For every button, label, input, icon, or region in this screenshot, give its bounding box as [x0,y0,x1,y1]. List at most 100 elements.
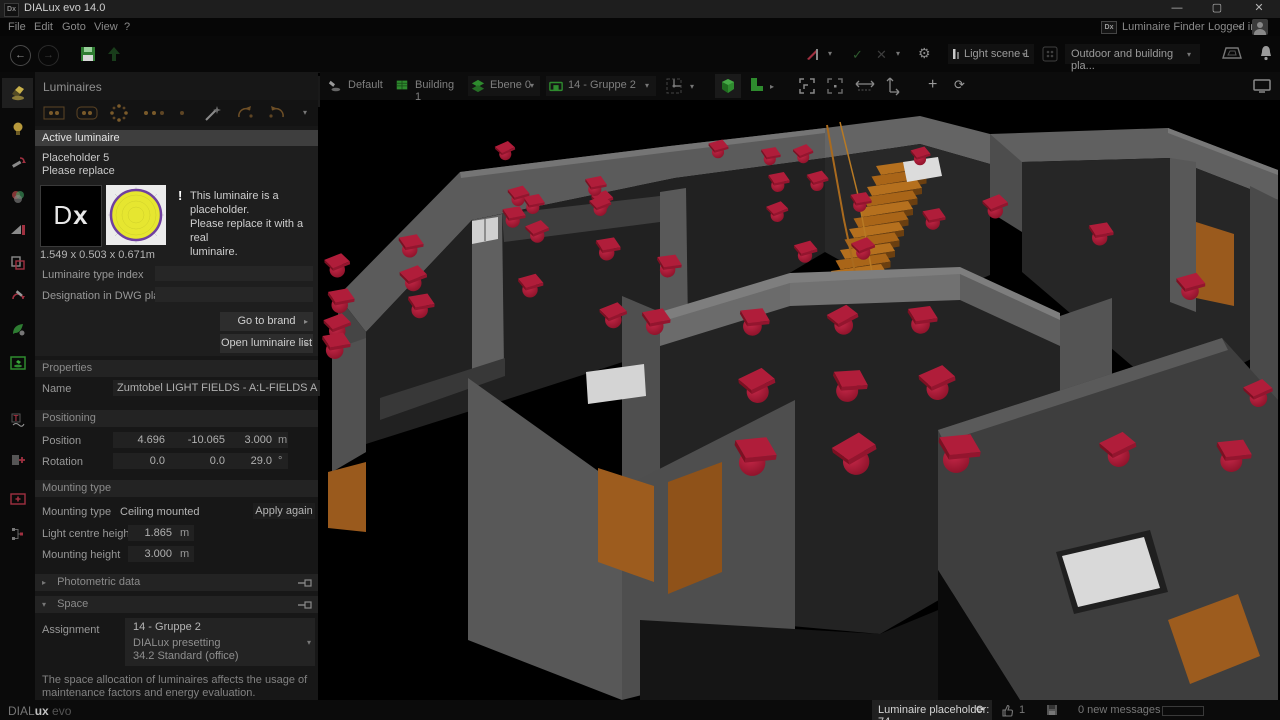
forward-button[interactable]: → [38,45,59,66]
minimize-button[interactable]: — [1160,0,1194,18]
apply-again-button[interactable]: Apply again [253,503,315,519]
menu-goto[interactable]: Goto [62,21,86,33]
gear-icon[interactable]: ⚙ [918,45,931,62]
sidebar-add-surface-tool[interactable] [2,445,33,475]
sidebar-energy-tool[interactable] [2,314,33,344]
active-luminaire-box: Active luminaire Placeholder 5 Please re… [35,130,318,356]
building-scene[interactable] [320,100,1280,700]
active-luminaire-header: Active luminaire [35,130,318,146]
calc-mode-icon[interactable] [805,46,821,62]
finder-logo-icon: Dx [1101,21,1117,34]
mounting-height-input[interactable]: 3.000 m [128,546,194,562]
snap-chevron-icon[interactable]: ▾ [690,82,694,91]
magic-wand-tool-icon[interactable] [203,103,223,123]
single-luminaire-tool-icon[interactable] [43,106,65,120]
back-button[interactable]: ← [10,45,31,66]
type-index-input[interactable] [155,266,313,281]
luminaires-panel: Luminaires ▾ Active luminaire Placeholde… [35,72,318,700]
like-hand-icon[interactable] [1000,703,1015,718]
close-button[interactable]: ✕ [1242,0,1276,18]
logged-in-menu[interactable]: Logged in [1208,21,1256,33]
cancel-x-icon[interactable]: ✕ [876,47,887,63]
zoom-selection-icon[interactable] [826,77,844,95]
like-count: 1 [1019,704,1025,716]
calc-mode-chevron-icon[interactable]: ▾ [828,49,832,58]
light-centre-height-input[interactable]: 1.865 m [128,525,194,541]
view-floorplan-button[interactable] [748,76,766,94]
line-arrangement-tool-icon[interactable] [76,106,98,120]
messages-status[interactable]: 0 new messages [1078,704,1161,716]
perspective-icon[interactable] [1222,46,1242,60]
tools-more-chevron-icon[interactable]: ▾ [303,108,307,117]
dialux-evo-window: Dx DIALux evo 14.0 — ▢ ✕ File Edit Goto … [0,0,1280,720]
sidebar-text-tool[interactable]: T [2,405,33,435]
maximize-button[interactable]: ▢ [1200,0,1234,18]
zoom-extents-icon[interactable] [798,77,816,95]
check-icon[interactable]: ✓ [852,47,863,63]
sidebar-colors-tool[interactable] [2,182,33,212]
go-to-brand-button[interactable]: Go to brand▸ [220,312,313,331]
floorplan-chevron-icon[interactable]: ▸ [770,82,774,91]
luminaire-finder-link[interactable]: Luminaire Finder [1122,21,1205,33]
sidebar-hierarchy-tool[interactable] [2,519,33,549]
scene-grid-icon[interactable] [1042,46,1058,62]
polar-diagram-thumb[interactable] [106,185,166,245]
open-luminaire-list-button[interactable]: Open luminaire list▸ [220,334,313,353]
space-section[interactable]: ▾ Space [35,596,318,613]
dwg-designation-input[interactable] [155,287,313,302]
sidebar-add-zone-tool[interactable] [2,484,33,514]
manufacturer-logo-thumb[interactable]: Dx [40,185,102,247]
placeholder-counter-chip[interactable]: Luminaire placeholder: 74 ⟳ [872,700,992,720]
sidebar-maintenance-tool[interactable] [2,280,33,310]
photometric-data-section[interactable]: ▸ Photometric data [35,574,318,591]
rotate-tool-icon[interactable]: ⟳ [954,77,965,93]
position-unit: m [278,432,287,448]
monitor-icon[interactable] [1252,78,1272,94]
light-scene-chevron-icon: ▾ [1022,50,1026,59]
menu-file[interactable]: File [8,21,26,33]
avatar[interactable] [1252,19,1268,35]
sidebar-lamp-tool[interactable] [2,114,33,144]
rotation-inputs[interactable]: 0.0 0.0 29.0 ° [113,453,288,469]
sidebar-emergency-tool[interactable] [2,348,33,378]
sidebar-daylight-tool[interactable] [2,215,33,245]
sidebar-edit-tool[interactable] [2,148,33,178]
name-input[interactable]: Zumtobel LIGHT FIELDS - A:L-FIELDS A 55W… [113,380,321,396]
measure-horizontal-icon[interactable] [854,77,876,95]
notifications-bell-icon[interactable] [1258,44,1274,62]
photometric-pin-icon[interactable] [298,579,312,587]
mounting-type-value[interactable]: Ceiling mounted [120,506,200,518]
snap-tool-icon[interactable] [665,77,683,95]
assignment-chevron-icon: ▾ [307,638,311,647]
warning-icon: ! [178,188,182,203]
active-luminaire-subtitle: Please replace [42,165,115,177]
single-point-tool-icon[interactable] [177,108,187,118]
move-tool-icon[interactable]: + [928,76,937,94]
group-select[interactable]: 14 - Gruppe 2 ▾ [546,76,656,96]
window-title: DIALux evo 14.0 [24,2,105,14]
space-pin-icon[interactable] [298,601,312,609]
upload-icon[interactable] [106,46,122,62]
position-inputs[interactable]: 4.696 -10.065 3.000 m [113,432,288,448]
viewport-3d[interactable] [320,100,1280,700]
sidebar-luminaires-tool[interactable] [2,78,33,108]
save-icon[interactable] [80,46,96,62]
menu-edit[interactable]: Edit [34,21,53,33]
circle-arrangement-tool-icon[interactable] [109,103,129,123]
view-3d-button[interactable] [715,74,741,98]
logged-in-chevron-icon[interactable]: ▾ [1238,23,1242,32]
display-mode-label: Outdoor and building pla... [1071,48,1200,72]
assignment-select[interactable]: 14 - Gruppe 2 DIALux presetting 34.2 Sta… [125,618,315,666]
menu-help[interactable]: ? [124,21,130,33]
menu-view[interactable]: View [94,21,118,33]
cancel-chevron-icon[interactable]: ▾ [896,49,900,58]
level-select[interactable]: Ebene 0 ▾ [468,76,540,96]
rotate-cw-tool-icon[interactable] [235,104,255,122]
measure-vertical-icon[interactable] [884,76,902,96]
row-arrangement-tool-icon[interactable] [142,108,166,118]
door [328,462,366,532]
light-scene-select[interactable]: Light scene 1 ▾ [948,44,1034,64]
display-mode-select[interactable]: Outdoor and building pla... ▾ [1065,44,1200,64]
rotate-ccw-tool-icon[interactable] [267,104,287,122]
sidebar-copy-tool[interactable] [2,248,33,278]
